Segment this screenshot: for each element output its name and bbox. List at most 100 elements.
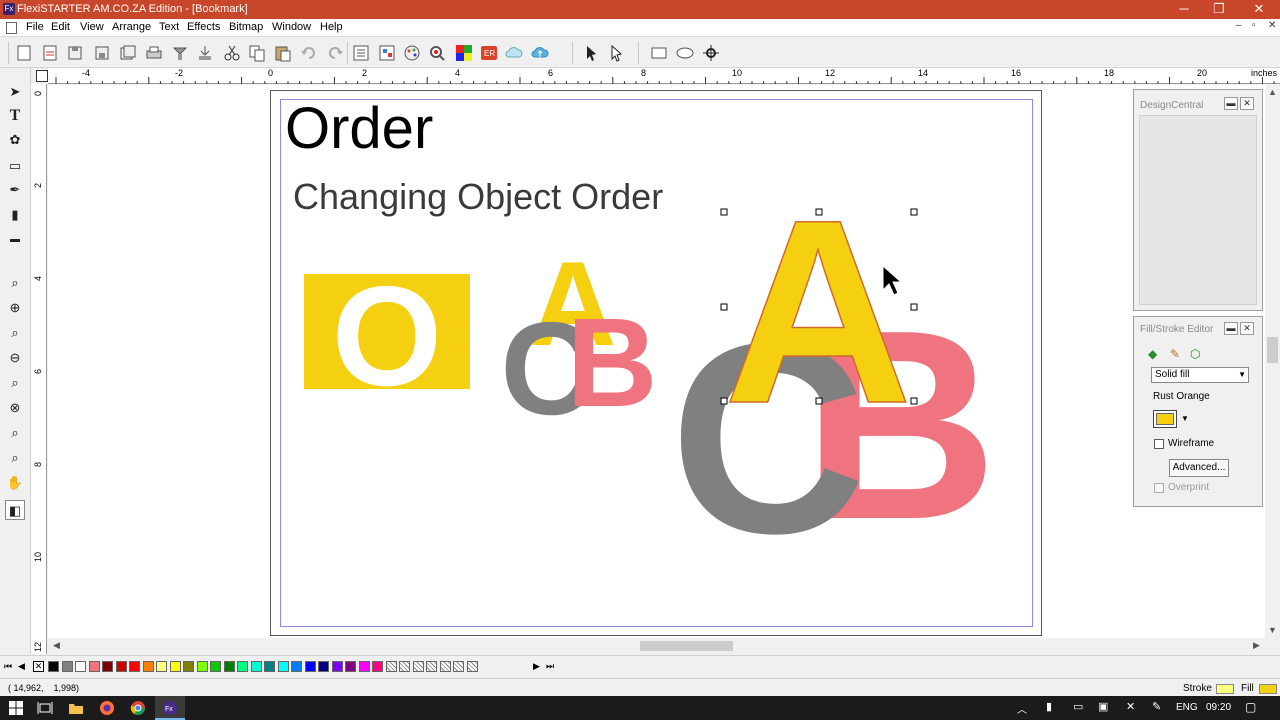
properties-icon[interactable] bbox=[352, 44, 370, 62]
redo-icon[interactable] bbox=[326, 44, 344, 62]
panel-close-button[interactable]: ✕ bbox=[1240, 97, 1254, 110]
cut-icon[interactable] bbox=[223, 44, 241, 62]
zoom-fit-icon[interactable]: ⌕ bbox=[5, 373, 25, 393]
scroll-up-icon[interactable]: ▲ bbox=[1268, 87, 1277, 97]
vertical-scroll-thumb[interactable] bbox=[1267, 337, 1278, 363]
pattern-swatch[interactable] bbox=[439, 661, 451, 672]
cloud-icon[interactable] bbox=[505, 44, 523, 62]
palette-swatch[interactable] bbox=[277, 661, 289, 672]
er-icon[interactable]: ER bbox=[480, 44, 498, 62]
select-icon[interactable] bbox=[582, 44, 600, 62]
pattern-swatch[interactable] bbox=[466, 661, 478, 672]
mdi-minimize-button[interactable]: – bbox=[1236, 20, 1242, 31]
windows-start-icon[interactable] bbox=[8, 700, 24, 716]
palette-swatch[interactable] bbox=[331, 661, 343, 672]
palette-icon[interactable] bbox=[455, 44, 473, 62]
menu-view[interactable]: View bbox=[80, 21, 104, 33]
fill-type-select[interactable]: Solid fill ▼ bbox=[1151, 367, 1249, 383]
new-icon[interactable] bbox=[15, 44, 33, 62]
color-tool-icon[interactable]: ◧ bbox=[5, 500, 25, 520]
mdi-restore-button[interactable]: ▫ bbox=[1252, 20, 1256, 31]
scroll-down-icon[interactable]: ▼ bbox=[1268, 625, 1277, 635]
palette-swatch[interactable] bbox=[183, 661, 194, 672]
page-subtitle[interactable]: Changing Object Order bbox=[293, 176, 663, 218]
pattern-swatch[interactable] bbox=[385, 661, 397, 672]
pattern-swatch[interactable] bbox=[453, 661, 464, 672]
zoom-page-icon[interactable]: ⌕ bbox=[5, 323, 25, 343]
node-select-icon[interactable] bbox=[607, 44, 625, 62]
palette-swatch[interactable] bbox=[196, 661, 208, 672]
network-icon[interactable]: ▣ bbox=[1098, 700, 1108, 713]
panel-minimize-button[interactable]: ▬ bbox=[1224, 97, 1238, 110]
undo-icon[interactable] bbox=[300, 44, 318, 62]
snap-icon[interactable] bbox=[702, 44, 720, 62]
print-icon[interactable] bbox=[145, 44, 163, 62]
horizontal-scroll-thumb[interactable] bbox=[640, 641, 733, 651]
cloud-upload-icon[interactable] bbox=[531, 44, 549, 62]
palette-swatch[interactable] bbox=[102, 661, 113, 672]
find-icon[interactable] bbox=[428, 44, 446, 62]
palette-first-icon[interactable]: ⏮ bbox=[4, 661, 12, 672]
menu-arrange[interactable]: Arrange bbox=[112, 21, 151, 33]
show-hidden-icons[interactable]: ︿ bbox=[1017, 701, 1027, 716]
palette-swatch[interactable] bbox=[88, 661, 100, 672]
fill-bucket-icon[interactable]: ◆ bbox=[1148, 347, 1157, 361]
shape-tool-icon[interactable]: ✿ bbox=[5, 130, 25, 150]
palette-swatch[interactable] bbox=[304, 661, 316, 672]
pen-tool-icon[interactable]: ✒ bbox=[5, 180, 25, 200]
palette-swatch[interactable] bbox=[291, 661, 302, 672]
ellipse-icon[interactable] bbox=[676, 44, 694, 62]
firefox-icon[interactable] bbox=[99, 700, 115, 716]
palette-swatch[interactable] bbox=[264, 661, 275, 672]
palette-swatch[interactable] bbox=[345, 661, 356, 672]
flexi-taskbar-item[interactable]: Fx bbox=[155, 696, 185, 720]
palette-swatch[interactable] bbox=[237, 661, 248, 672]
both-icon[interactable]: ⬡ bbox=[1190, 347, 1200, 361]
zoom-in-icon[interactable]: ⊕ bbox=[5, 298, 25, 318]
language-indicator[interactable]: ENG bbox=[1176, 702, 1198, 713]
stroke-pen-icon[interactable]: ✎ bbox=[1170, 347, 1180, 361]
palette-swatch[interactable] bbox=[156, 661, 167, 672]
wireframe-checkbox[interactable] bbox=[1154, 439, 1164, 449]
notifications-icon[interactable]: ▢ bbox=[1245, 700, 1256, 714]
palette-swatch[interactable] bbox=[61, 661, 73, 672]
paste-icon[interactable] bbox=[274, 44, 292, 62]
copy-icon[interactable] bbox=[248, 44, 266, 62]
palette-swatch[interactable] bbox=[169, 661, 181, 672]
panel-close-button[interactable]: ✕ bbox=[1240, 322, 1254, 335]
pattern-swatch[interactable] bbox=[426, 661, 437, 672]
ruler-tool-icon[interactable]: ▬ bbox=[5, 230, 25, 250]
clock[interactable]: 09:20 bbox=[1206, 702, 1231, 713]
maximize-button[interactable]: ❐ bbox=[1200, 0, 1238, 19]
palette-swatch[interactable] bbox=[48, 661, 59, 672]
ruler-origin-icon[interactable] bbox=[36, 70, 48, 82]
task-view-icon[interactable] bbox=[37, 700, 53, 716]
save-as-icon[interactable] bbox=[93, 44, 111, 62]
usb-icon[interactable]: ▮ bbox=[1046, 700, 1052, 713]
menu-text[interactable]: Text bbox=[159, 21, 179, 33]
menu-window[interactable]: Window bbox=[272, 21, 311, 33]
zoom-selection-icon[interactable]: ⊗ bbox=[5, 398, 25, 418]
rectangle-tool-icon[interactable]: ▭ bbox=[5, 156, 25, 176]
layers-icon[interactable] bbox=[378, 44, 396, 62]
palette-swatch[interactable] bbox=[210, 661, 221, 672]
select-tool-icon[interactable]: ➤ bbox=[5, 82, 25, 102]
palette-swatch[interactable] bbox=[250, 661, 262, 672]
zoom-out-icon[interactable]: ⊖ bbox=[5, 348, 25, 368]
minimize-button[interactable]: ─ bbox=[1165, 0, 1203, 19]
fill-color-indicator[interactable] bbox=[1259, 684, 1277, 694]
zoom-previous-icon[interactable]: ⌕ bbox=[5, 423, 25, 443]
palette-swatch[interactable] bbox=[142, 661, 154, 672]
menu-help[interactable]: Help bbox=[320, 21, 343, 33]
open-icon[interactable] bbox=[41, 44, 59, 62]
rectangle-icon[interactable] bbox=[650, 44, 668, 62]
palette-prev-icon[interactable]: ◀ bbox=[18, 661, 25, 672]
scroll-right-icon[interactable]: ▶ bbox=[1253, 640, 1260, 651]
stroke-color-indicator[interactable] bbox=[1216, 684, 1234, 694]
menu-edit[interactable]: Edit bbox=[51, 21, 70, 33]
palette-swatch[interactable] bbox=[75, 661, 86, 672]
palette-swatch[interactable] bbox=[223, 661, 235, 672]
zoom-all-icon[interactable]: ⌕ bbox=[5, 448, 25, 468]
color-icon[interactable] bbox=[403, 44, 421, 62]
chrome-icon[interactable] bbox=[130, 700, 146, 716]
